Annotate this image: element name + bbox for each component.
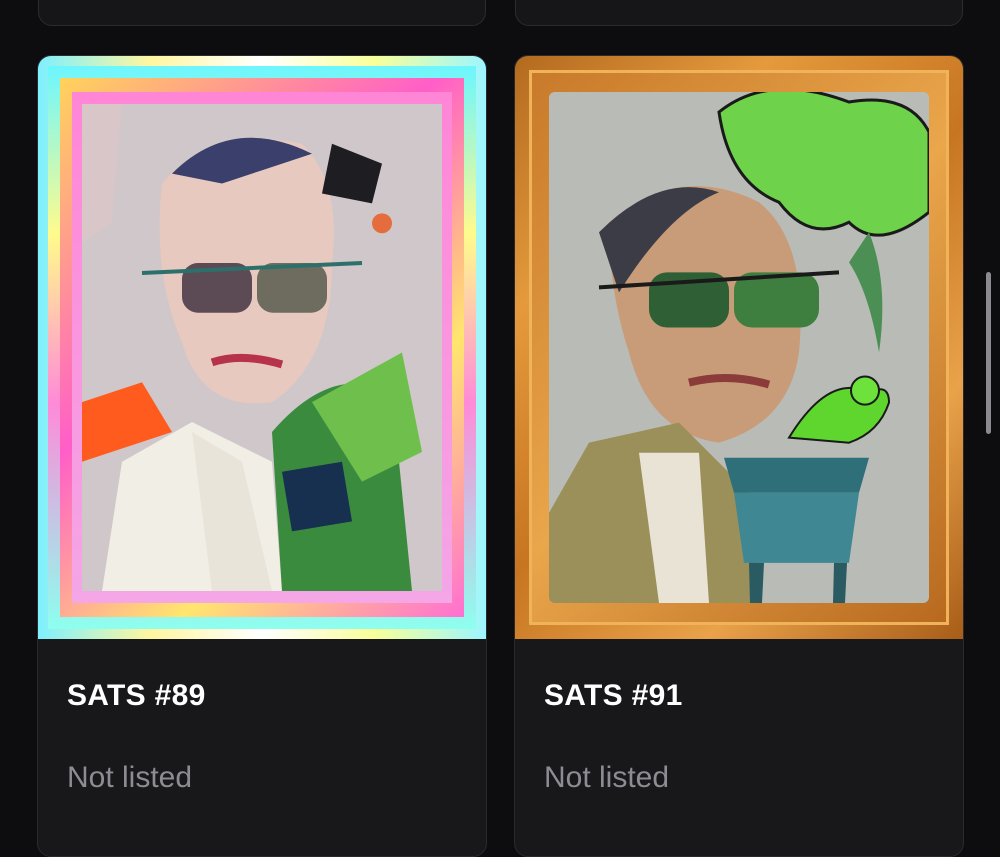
previous-card-right[interactable] xyxy=(515,0,963,26)
listing-status: Not listed xyxy=(67,761,193,794)
portrait-painting xyxy=(82,104,442,591)
nft-title: SATS #91 xyxy=(544,679,683,712)
nft-artwork-image[interactable] xyxy=(515,56,963,639)
scrollbar[interactable] xyxy=(986,272,991,434)
nft-card-sats-91[interactable]: SATS #91 Not listed xyxy=(514,55,964,857)
portrait-painting xyxy=(549,92,929,603)
nft-artwork-image[interactable] xyxy=(38,56,486,639)
nft-title: SATS #89 xyxy=(67,679,206,712)
nft-card-sats-89[interactable]: SATS #89 Not listed xyxy=(37,55,487,857)
listing-status: Not listed xyxy=(544,761,670,794)
previous-card-left[interactable] xyxy=(38,0,486,26)
